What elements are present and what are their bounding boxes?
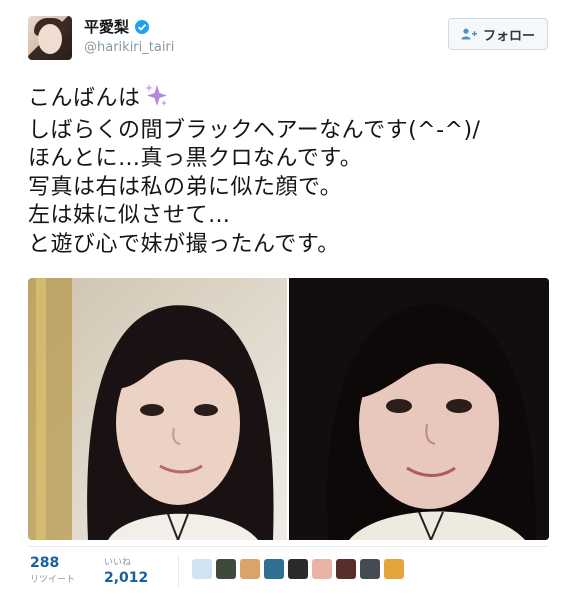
retweet-label: リツイート [30, 575, 76, 585]
photo-left[interactable] [28, 278, 287, 540]
tweet-line: 左は妹に似させて… [28, 203, 231, 228]
stats-divider [178, 555, 179, 587]
tweet-line: と遊び心で妹が撮ったんです。 [28, 231, 340, 257]
user-handle[interactable]: @harikiri_tairi [84, 40, 174, 55]
display-name[interactable]: 平愛梨 [84, 18, 174, 36]
liker-avatar[interactable] [216, 559, 236, 579]
media-grid[interactable] [28, 278, 549, 540]
like-count[interactable]: 2,012 [104, 570, 148, 586]
tweet-text: こんばんは しばらくの間ブラックヘアーなんです(^-^)/ ほんとに…真っ黒クロ… [28, 82, 568, 259]
follow-button-label: フォロー [482, 28, 535, 44]
liker-avatar[interactable] [264, 559, 284, 579]
sparkles-icon [143, 82, 169, 117]
liker-avatar[interactable] [384, 559, 404, 579]
tweet-header: 平愛梨 @harikiri_tairi フォロー [0, 0, 586, 80]
tweet-line: しばらくの間ブラックヘアーなんです(^-^)/ [28, 117, 481, 143]
add-user-icon [461, 28, 477, 40]
tweet-stats: 288 リツイート いいね 2,012 [28, 546, 549, 591]
follow-button[interactable]: フォロー [448, 18, 548, 50]
like-label: いいね [104, 558, 132, 568]
liker-avatars [192, 559, 408, 579]
user-info: 平愛梨 @harikiri_tairi [84, 18, 174, 55]
tweet-line-text: こんばんは [28, 86, 141, 111]
retweet-stat[interactable]: 288 リツイート [30, 555, 75, 585]
liker-avatar[interactable] [360, 559, 380, 579]
verified-badge-icon [135, 20, 150, 34]
like-stat[interactable]: いいね 2,012 [104, 555, 148, 586]
retweet-count[interactable]: 288 [30, 555, 75, 571]
display-name-text[interactable]: 平愛梨 [84, 18, 129, 36]
liker-avatar[interactable] [288, 559, 308, 579]
liker-avatar[interactable] [240, 559, 260, 579]
liker-avatar[interactable] [192, 559, 212, 579]
avatar[interactable] [28, 16, 72, 60]
tweet-line: こんばんは [28, 82, 568, 117]
liker-avatar[interactable] [312, 559, 332, 579]
liker-avatar[interactable] [336, 559, 356, 579]
tweet-line: ほんとに…真っ黒クロなんです。 [28, 146, 363, 171]
tweet-line: 写真は右は私の弟に似た顔で。 [28, 174, 343, 200]
photo-right[interactable] [289, 278, 549, 540]
